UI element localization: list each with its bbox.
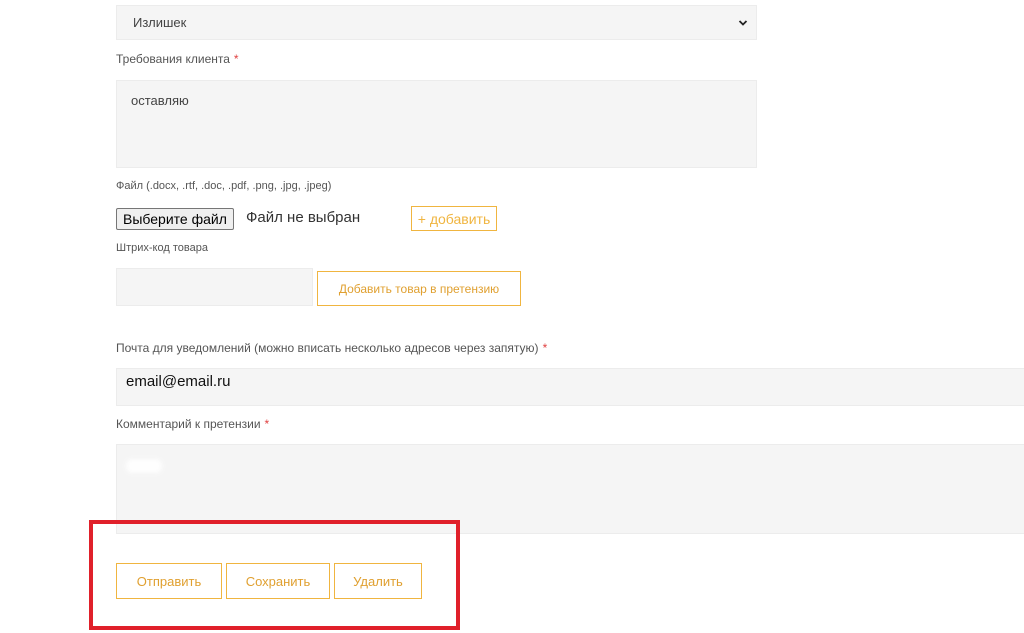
file-status: Файл не выбран xyxy=(246,209,361,226)
file-label: Файл (.docx, .rtf, .doc, .pdf, .png, .jp… xyxy=(116,180,332,192)
choose-file-button[interactable]: Выберите файл xyxy=(116,208,234,230)
email-input[interactable]: email@email.ru xyxy=(116,368,1024,406)
redacted-text xyxy=(126,459,162,473)
barcode-label: Штрих-код товара xyxy=(116,242,208,254)
client-requirements-label: Требования клиента * xyxy=(116,52,239,66)
client-requirements-value: оставляю xyxy=(131,93,189,108)
reason-select[interactable]: Излишек xyxy=(116,5,757,40)
barcode-input[interactable] xyxy=(116,268,313,306)
email-value: email@email.ru xyxy=(126,373,231,390)
highlight-frame xyxy=(89,520,460,630)
client-requirements-textarea[interactable]: оставляю xyxy=(116,80,757,168)
required-mark: * xyxy=(233,52,239,66)
comment-label: Комментарий к претензии * xyxy=(116,417,270,431)
email-label: Почта для уведомлений (можно вписать нес… xyxy=(116,341,548,355)
add-file-button[interactable]: + добавить xyxy=(411,206,497,231)
chevron-down-icon xyxy=(738,19,748,26)
add-product-button[interactable]: Добавить товар в претензию xyxy=(317,271,521,306)
required-mark: * xyxy=(542,341,548,355)
required-mark: * xyxy=(264,417,270,431)
reason-select-value: Излишек xyxy=(133,15,187,30)
